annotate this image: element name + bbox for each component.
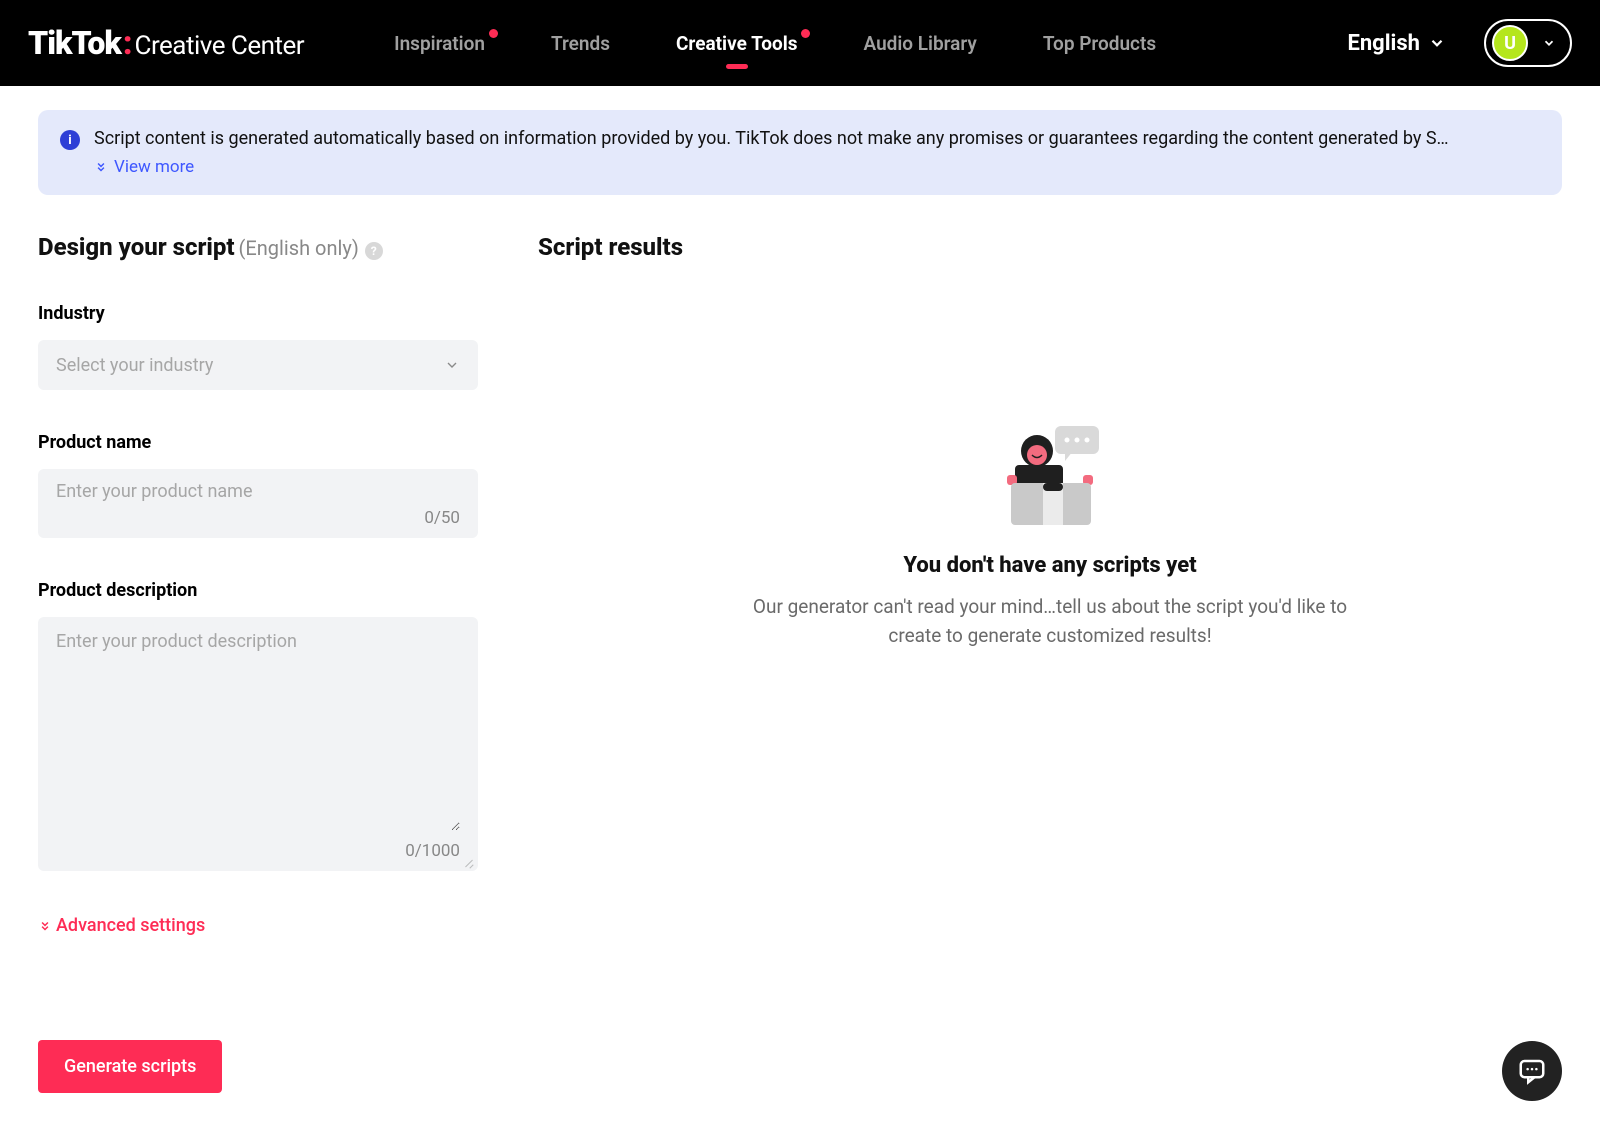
chevron-down-icon (444, 357, 460, 373)
design-panel: Design your script (English only) ? Indu… (38, 233, 478, 1093)
empty-illustration-icon (995, 421, 1105, 531)
advanced-settings-label: Advanced settings (56, 915, 205, 936)
industry-select[interactable]: Select your industry (38, 340, 478, 390)
view-more-button[interactable]: View more (94, 157, 1540, 177)
industry-label: Industry (38, 303, 478, 324)
logo[interactable]: TikTok:Creative Center (28, 24, 304, 62)
product-name-label: Product name (38, 432, 478, 453)
chat-fab-button[interactable] (1502, 1041, 1562, 1101)
nav-creative-tools[interactable]: Creative Tools (676, 32, 798, 55)
design-title: Design your script (38, 233, 235, 261)
empty-text: Our generator can't read your mind…tell … (740, 592, 1360, 651)
product-desc-counter: 0/1000 (56, 841, 460, 861)
nav-top-products[interactable]: Top Products (1043, 32, 1156, 55)
chevron-down-icon (1542, 36, 1556, 50)
double-chevron-down-icon (94, 160, 108, 174)
banner-text: Script content is generated automaticall… (94, 128, 1540, 149)
chevron-down-icon (1428, 34, 1446, 52)
product-name-counter: 0/50 (56, 508, 460, 528)
user-menu[interactable]: U (1484, 19, 1572, 67)
notification-dot-icon (801, 29, 810, 38)
logo-sub: Creative Center (135, 31, 305, 61)
banner-body: Script content is generated automaticall… (94, 128, 1540, 177)
help-icon[interactable]: ? (365, 242, 383, 260)
product-name-field-wrap: 0/50 (38, 469, 478, 538)
header: TikTok:Creative Center Inspiration Trend… (0, 0, 1600, 86)
results-panel: Script results (538, 233, 1562, 1093)
nav-trends[interactable]: Trends (551, 32, 610, 55)
language-selector[interactable]: English (1347, 31, 1446, 56)
double-chevron-down-icon (38, 919, 52, 933)
results-title: Script results (538, 233, 1562, 261)
language-label: English (1347, 31, 1420, 56)
nav-label: Inspiration (394, 32, 485, 55)
notification-dot-icon (489, 29, 498, 38)
chat-icon (1517, 1056, 1547, 1086)
avatar: U (1492, 25, 1528, 61)
nav: Inspiration Trends Creative Tools Audio … (394, 32, 1156, 55)
product-desc-field-wrap: 0/1000 (38, 617, 478, 871)
info-banner: i Script content is generated automatica… (38, 110, 1562, 195)
product-desc-textarea[interactable] (56, 631, 460, 831)
nav-label: Audio Library (863, 32, 976, 55)
empty-state: You don't have any scripts yet Our gener… (538, 421, 1562, 651)
product-desc-label: Product description (38, 580, 478, 601)
generate-scripts-button[interactable]: Generate scripts (38, 1040, 222, 1093)
product-name-input[interactable] (56, 481, 460, 502)
nav-inspiration[interactable]: Inspiration (394, 32, 485, 55)
info-icon: i (60, 130, 80, 150)
header-right: English U (1347, 19, 1572, 67)
resize-handle-icon[interactable] (462, 855, 474, 867)
nav-audio-library[interactable]: Audio Library (863, 32, 976, 55)
logo-main: TikTok (28, 24, 121, 62)
user-initial: U (1504, 33, 1516, 54)
industry-placeholder: Select your industry (56, 355, 213, 376)
nav-label: Creative Tools (676, 32, 798, 55)
nav-label: Top Products (1043, 32, 1156, 55)
design-heading: Design your script (English only) ? (38, 233, 478, 261)
advanced-settings-toggle[interactable]: Advanced settings (38, 915, 478, 936)
view-more-label: View more (114, 157, 194, 177)
logo-colon: : (123, 24, 133, 62)
design-subtitle: (English only) (239, 236, 359, 260)
empty-title: You don't have any scripts yet (903, 553, 1196, 578)
nav-label: Trends (551, 32, 610, 55)
